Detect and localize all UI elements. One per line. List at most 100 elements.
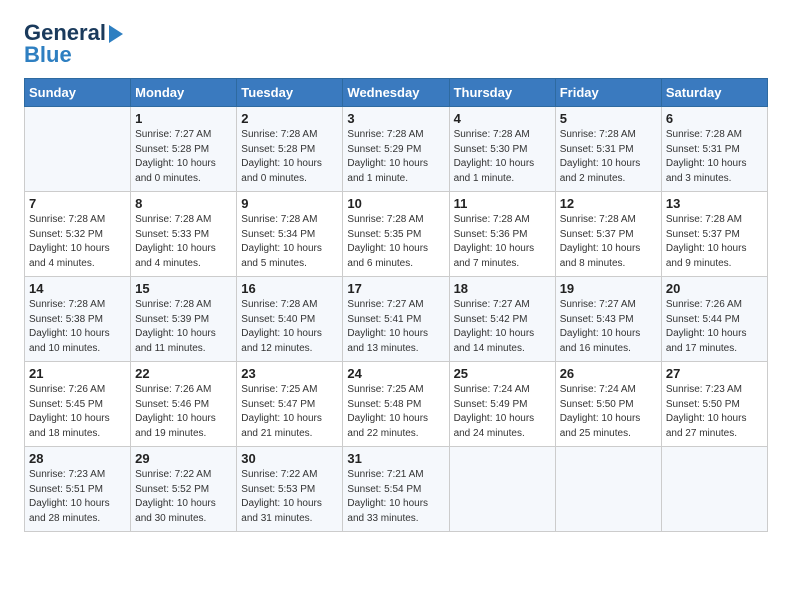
day-number: 6 — [666, 111, 763, 126]
day-number: 20 — [666, 281, 763, 296]
calendar-day-cell: 13 Sunrise: 7:28 AM Sunset: 5:37 PM Dayli… — [661, 192, 767, 277]
calendar-day-cell: 4 Sunrise: 7:28 AM Sunset: 5:30 PM Daylig… — [449, 107, 555, 192]
calendar-day-cell: 10 Sunrise: 7:28 AM Sunset: 5:35 PM Dayli… — [343, 192, 449, 277]
logo-blue: Blue — [24, 42, 72, 68]
calendar-day-cell: 30 Sunrise: 7:22 AM Sunset: 5:53 PM Dayli… — [237, 447, 343, 532]
day-number: 23 — [241, 366, 338, 381]
weekday-header-cell: Monday — [131, 79, 237, 107]
day-info: Sunrise: 7:28 AM Sunset: 5:39 PM Dayligh… — [135, 298, 232, 356]
day-info: Sunrise: 7:25 AM Sunset: 5:48 PM Dayligh… — [347, 383, 444, 441]
calendar-week-row: 7 Sunrise: 7:28 AM Sunset: 5:32 PM Daylig… — [25, 192, 768, 277]
calendar-week-row: 14 Sunrise: 7:28 AM Sunset: 5:38 PM Dayli… — [25, 277, 768, 362]
calendar-day-cell: 1Sunrise: 7:27 AM Sunset: 5:28 PM Daylig… — [131, 107, 237, 192]
day-number: 24 — [347, 366, 444, 381]
day-info: Sunrise: 7:27 AM Sunset: 5:43 PM Dayligh… — [560, 298, 657, 356]
day-number: 11 — [454, 196, 551, 211]
day-number: 18 — [454, 281, 551, 296]
day-number: 7 — [29, 196, 126, 211]
day-info: Sunrise: 7:28 AM Sunset: 5:32 PM Dayligh… — [29, 213, 126, 271]
day-info: Sunrise: 7:28 AM Sunset: 5:31 PM Dayligh… — [666, 128, 763, 186]
day-number: 28 — [29, 451, 126, 466]
calendar-week-row: 1Sunrise: 7:27 AM Sunset: 5:28 PM Daylig… — [25, 107, 768, 192]
day-info: Sunrise: 7:24 AM Sunset: 5:49 PM Dayligh… — [454, 383, 551, 441]
day-number: 12 — [560, 196, 657, 211]
calendar-body: 1Sunrise: 7:27 AM Sunset: 5:28 PM Daylig… — [25, 107, 768, 532]
calendar-day-cell: 9 Sunrise: 7:28 AM Sunset: 5:34 PM Daylig… — [237, 192, 343, 277]
day-number: 27 — [666, 366, 763, 381]
calendar-day-cell: 2 Sunrise: 7:28 AM Sunset: 5:28 PM Daylig… — [237, 107, 343, 192]
day-number: 25 — [454, 366, 551, 381]
day-info: Sunrise: 7:28 AM Sunset: 5:37 PM Dayligh… — [666, 213, 763, 271]
calendar-day-cell: 27 Sunrise: 7:23 AM Sunset: 5:50 PM Dayli… — [661, 362, 767, 447]
calendar-day-cell: 29Sunrise: 7:22 AM Sunset: 5:52 PM Dayli… — [131, 447, 237, 532]
calendar-day-cell: 14 Sunrise: 7:28 AM Sunset: 5:38 PM Dayli… — [25, 277, 131, 362]
day-info: Sunrise: 7:28 AM Sunset: 5:35 PM Dayligh… — [347, 213, 444, 271]
calendar-day-cell: 22Sunrise: 7:26 AM Sunset: 5:46 PM Dayli… — [131, 362, 237, 447]
day-number: 5 — [560, 111, 657, 126]
calendar-day-cell: 23 Sunrise: 7:25 AM Sunset: 5:47 PM Dayli… — [237, 362, 343, 447]
day-number: 14 — [29, 281, 126, 296]
calendar-day-cell — [555, 447, 661, 532]
day-number: 31 — [347, 451, 444, 466]
header: General Blue — [24, 20, 768, 68]
day-number: 19 — [560, 281, 657, 296]
calendar-day-cell: 3 Sunrise: 7:28 AM Sunset: 5:29 PM Daylig… — [343, 107, 449, 192]
weekday-header-cell: Thursday — [449, 79, 555, 107]
day-number: 30 — [241, 451, 338, 466]
calendar-day-cell: 26 Sunrise: 7:24 AM Sunset: 5:50 PM Dayli… — [555, 362, 661, 447]
day-number: 3 — [347, 111, 444, 126]
calendar-table: SundayMondayTuesdayWednesdayThursdayFrid… — [24, 78, 768, 532]
day-info: Sunrise: 7:21 AM Sunset: 5:54 PM Dayligh… — [347, 468, 444, 526]
weekday-header-cell: Friday — [555, 79, 661, 107]
weekday-header-cell: Saturday — [661, 79, 767, 107]
day-number: 4 — [454, 111, 551, 126]
day-info: Sunrise: 7:28 AM Sunset: 5:33 PM Dayligh… — [135, 213, 232, 271]
day-number: 16 — [241, 281, 338, 296]
day-info: Sunrise: 7:28 AM Sunset: 5:30 PM Dayligh… — [454, 128, 551, 186]
day-info: Sunrise: 7:26 AM Sunset: 5:45 PM Dayligh… — [29, 383, 126, 441]
calendar-day-cell: 6 Sunrise: 7:28 AM Sunset: 5:31 PM Daylig… — [661, 107, 767, 192]
day-info: Sunrise: 7:23 AM Sunset: 5:50 PM Dayligh… — [666, 383, 763, 441]
calendar-day-cell: 18Sunrise: 7:27 AM Sunset: 5:42 PM Dayli… — [449, 277, 555, 362]
logo-arrow-icon — [109, 25, 123, 43]
day-number: 21 — [29, 366, 126, 381]
day-info: Sunrise: 7:22 AM Sunset: 5:53 PM Dayligh… — [241, 468, 338, 526]
day-number: 15 — [135, 281, 232, 296]
day-info: Sunrise: 7:27 AM Sunset: 5:41 PM Dayligh… — [347, 298, 444, 356]
calendar-day-cell: 7 Sunrise: 7:28 AM Sunset: 5:32 PM Daylig… — [25, 192, 131, 277]
calendar-day-cell — [25, 107, 131, 192]
calendar-week-row: 28 Sunrise: 7:23 AM Sunset: 5:51 PM Dayli… — [25, 447, 768, 532]
day-info: Sunrise: 7:28 AM Sunset: 5:28 PM Dayligh… — [241, 128, 338, 186]
calendar-day-cell: 20 Sunrise: 7:26 AM Sunset: 5:44 PM Dayli… — [661, 277, 767, 362]
calendar-week-row: 21 Sunrise: 7:26 AM Sunset: 5:45 PM Dayli… — [25, 362, 768, 447]
calendar-day-cell: 11 Sunrise: 7:28 AM Sunset: 5:36 PM Dayli… — [449, 192, 555, 277]
day-number: 17 — [347, 281, 444, 296]
day-info: Sunrise: 7:28 AM Sunset: 5:40 PM Dayligh… — [241, 298, 338, 356]
day-info: Sunrise: 7:28 AM Sunset: 5:38 PM Dayligh… — [29, 298, 126, 356]
day-number: 13 — [666, 196, 763, 211]
calendar-day-cell — [449, 447, 555, 532]
day-info: Sunrise: 7:28 AM Sunset: 5:34 PM Dayligh… — [241, 213, 338, 271]
calendar-day-cell: 15 Sunrise: 7:28 AM Sunset: 5:39 PM Dayli… — [131, 277, 237, 362]
calendar-day-cell: 21 Sunrise: 7:26 AM Sunset: 5:45 PM Dayli… — [25, 362, 131, 447]
calendar-day-cell: 28 Sunrise: 7:23 AM Sunset: 5:51 PM Dayli… — [25, 447, 131, 532]
day-number: 2 — [241, 111, 338, 126]
day-info: Sunrise: 7:24 AM Sunset: 5:50 PM Dayligh… — [560, 383, 657, 441]
day-number: 1 — [135, 111, 232, 126]
calendar-day-cell: 16 Sunrise: 7:28 AM Sunset: 5:40 PM Dayli… — [237, 277, 343, 362]
day-info: Sunrise: 7:25 AM Sunset: 5:47 PM Dayligh… — [241, 383, 338, 441]
calendar-day-cell: 24 Sunrise: 7:25 AM Sunset: 5:48 PM Dayli… — [343, 362, 449, 447]
day-info: Sunrise: 7:23 AM Sunset: 5:51 PM Dayligh… — [29, 468, 126, 526]
day-number: 9 — [241, 196, 338, 211]
day-number: 10 — [347, 196, 444, 211]
day-number: 26 — [560, 366, 657, 381]
day-info: Sunrise: 7:26 AM Sunset: 5:44 PM Dayligh… — [666, 298, 763, 356]
day-info: Sunrise: 7:28 AM Sunset: 5:29 PM Dayligh… — [347, 128, 444, 186]
weekday-header-cell: Sunday — [25, 79, 131, 107]
weekday-header-row: SundayMondayTuesdayWednesdayThursdayFrid… — [25, 79, 768, 107]
day-info: Sunrise: 7:28 AM Sunset: 5:37 PM Dayligh… — [560, 213, 657, 271]
calendar-day-cell: 31 Sunrise: 7:21 AM Sunset: 5:54 PM Dayli… — [343, 447, 449, 532]
logo: General Blue — [24, 20, 123, 68]
day-info: Sunrise: 7:28 AM Sunset: 5:36 PM Dayligh… — [454, 213, 551, 271]
day-info: Sunrise: 7:28 AM Sunset: 5:31 PM Dayligh… — [560, 128, 657, 186]
